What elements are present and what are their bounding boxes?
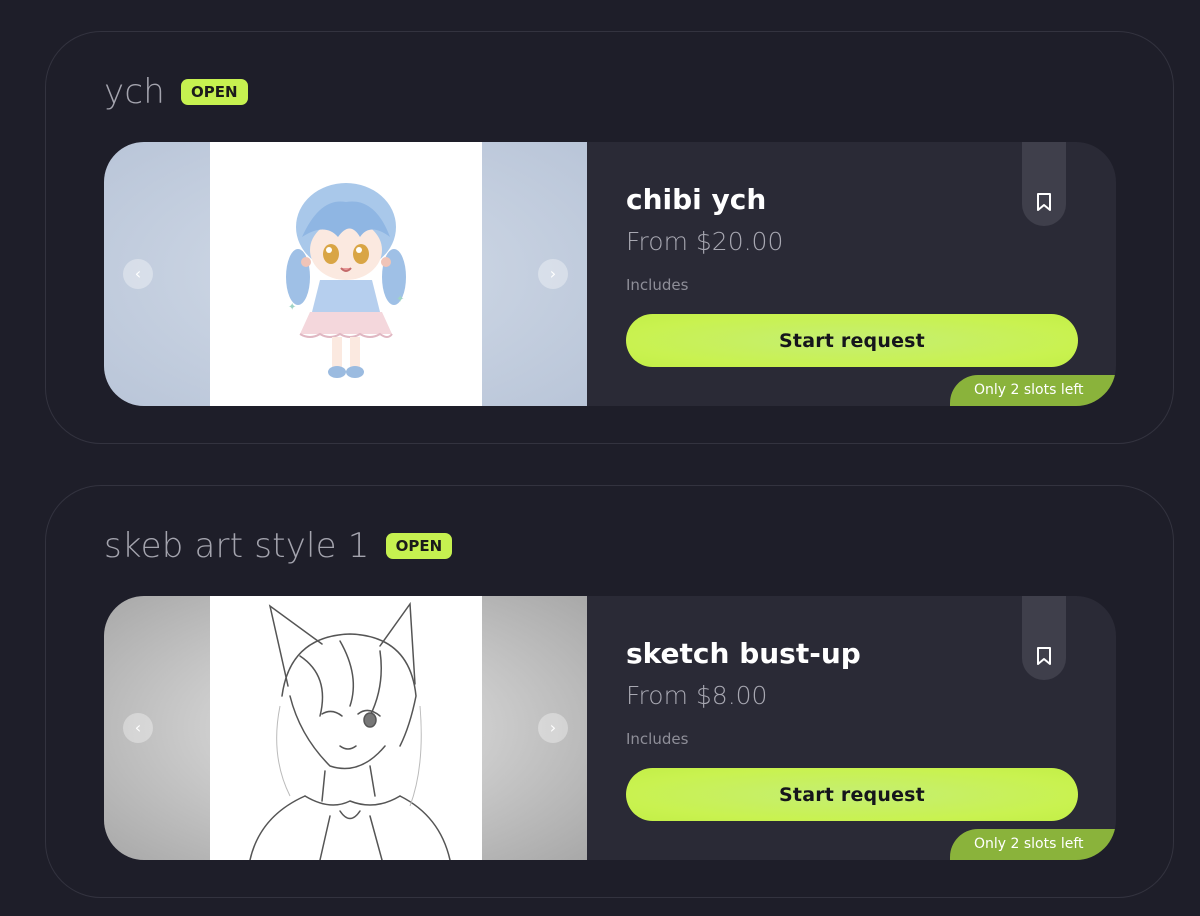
includes-label: Includes xyxy=(626,276,689,294)
section-header: ych OPEN xyxy=(104,72,248,112)
image-gallery: ✦ ✦ ‹ › xyxy=(104,142,587,406)
start-request-button[interactable]: Start request xyxy=(626,314,1078,367)
section-title: ych xyxy=(104,72,165,112)
chevron-left-icon: ‹ xyxy=(134,264,142,283)
section-header: skeb art style 1 OPEN xyxy=(104,526,453,566)
bookmark-icon xyxy=(1037,647,1051,665)
slots-left-badge: Only 2 slots left xyxy=(950,375,1116,406)
item-title: sketch bust-up xyxy=(626,637,861,670)
chevron-right-icon: › xyxy=(549,718,557,737)
chevron-right-icon: › xyxy=(549,264,557,283)
commission-section-skeb-art-style-1: skeb art style 1 OPEN ‹ › sketch bust-up… xyxy=(45,485,1174,898)
svg-text:✦: ✦ xyxy=(396,294,404,305)
slots-left-badge: Only 2 slots left xyxy=(950,829,1116,860)
commission-page: ych OPEN ✦ ✦ ‹ › chibi ych From $20.00 I… xyxy=(0,0,1200,916)
artwork-image-sketch xyxy=(210,596,482,860)
commission-section-ych: ych OPEN ✦ ✦ ‹ › chibi ych From $20.00 I… xyxy=(45,31,1174,444)
svg-text:✦: ✦ xyxy=(288,302,296,313)
previous-image-button[interactable]: ‹ xyxy=(123,713,153,743)
item-price: From $8.00 xyxy=(626,681,768,710)
bookmark-icon xyxy=(1037,193,1051,211)
commission-card: ‹ › sketch bust-up From $8.00 Includes S… xyxy=(104,596,1116,860)
card-info: sketch bust-up From $8.00 Includes Start… xyxy=(587,596,1116,860)
chibi-illustration: ✦ ✦ xyxy=(286,183,406,378)
section-title: skeb art style 1 xyxy=(104,526,370,566)
chevron-left-icon: ‹ xyxy=(134,718,142,737)
image-gallery: ‹ › xyxy=(104,596,587,860)
start-request-button[interactable]: Start request xyxy=(626,768,1078,821)
artwork-image-chibi: ✦ ✦ xyxy=(210,142,482,406)
status-badge: OPEN xyxy=(385,533,453,559)
card-info: chibi ych From $20.00 Includes Start req… xyxy=(587,142,1116,406)
item-price: From $20.00 xyxy=(626,227,784,256)
item-title: chibi ych xyxy=(626,183,767,216)
commission-card: ✦ ✦ ‹ › chibi ych From $20.00 Includes S… xyxy=(104,142,1116,406)
bookmark-button[interactable] xyxy=(1022,142,1066,226)
status-badge: OPEN xyxy=(180,79,248,105)
previous-image-button[interactable]: ‹ xyxy=(123,259,153,289)
next-image-button[interactable]: › xyxy=(538,713,568,743)
next-image-button[interactable]: › xyxy=(538,259,568,289)
includes-label: Includes xyxy=(626,730,689,748)
bookmark-button[interactable] xyxy=(1022,596,1066,680)
sketch-illustration xyxy=(249,601,451,860)
